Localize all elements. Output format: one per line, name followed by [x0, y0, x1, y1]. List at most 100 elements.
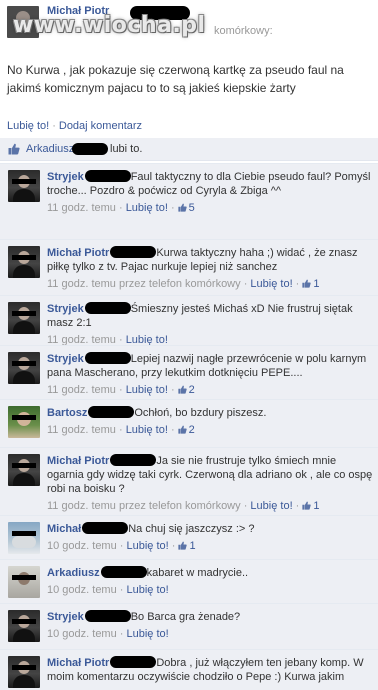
- likes-name-link[interactable]: Arkadiusz: [26, 143, 74, 155]
- comment-timestamp[interactable]: 10 godz. temu: [47, 584, 117, 596]
- commenter-name[interactable]: Stryjek: [47, 611, 84, 623]
- comment-text: Na chuj się jaszczysz :> ?: [128, 523, 255, 535]
- comment-body: Stryjek Lepiej nazwij nagłe przewrócenie …: [47, 352, 373, 397]
- comment-text: kabaret w madrycie..: [146, 567, 249, 579]
- comment-text: Bo Barca gra żenade?: [130, 611, 241, 623]
- comment-like-link[interactable]: Lubię to!: [126, 384, 168, 396]
- commenter-avatar[interactable]: [8, 170, 40, 202]
- comment-like-count[interactable]: 1: [302, 499, 320, 513]
- comment-like-link[interactable]: Lubię to!: [127, 584, 169, 596]
- comment-via: przez telefon komórkowy: [118, 500, 241, 512]
- thumbs-up-icon: [302, 279, 312, 288]
- like-count-value: 1: [313, 278, 320, 290]
- comment-body: Michał Piotr Ja sie nie frustruje tylko ś…: [47, 454, 373, 513]
- comment-like-link[interactable]: Lubię to!: [250, 500, 292, 512]
- commenter-name[interactable]: Michał Piotr: [47, 247, 109, 259]
- comment-meta: 10 godz. temu · Lubię to!: [47, 628, 169, 640]
- comment-like-count[interactable]: 1: [302, 277, 320, 291]
- redaction-bar: [72, 143, 108, 155]
- comment-like-link[interactable]: Lubię to!: [126, 424, 168, 436]
- comment-meta: 10 godz. temu · Lubię to!: [47, 584, 169, 596]
- add-comment-link[interactable]: Dodaj komentarz: [59, 120, 142, 132]
- comment-meta: 11 godz. temu · Lubię to! · 2: [47, 423, 195, 437]
- redaction-bar: [12, 361, 36, 366]
- post-header: Michał Piotr komórkowy: www.wiocha.pl: [0, 0, 378, 50]
- comment-timestamp[interactable]: 11 godz. temu: [47, 500, 116, 512]
- comment-item: Stryjek Faul taktyczny to dla Ciebie pseu…: [0, 163, 378, 240]
- like-count-value: 1: [189, 540, 196, 552]
- comment-timestamp[interactable]: 11 godz. temu: [47, 278, 116, 290]
- comment-like-count[interactable]: 2: [178, 423, 195, 437]
- thumbs-up-icon: [178, 385, 187, 394]
- comment-body: Stryjek Faul taktyczny to dla Ciebie pseu…: [47, 170, 373, 215]
- post-actions: Lubię to! · Dodaj komentarz: [7, 120, 142, 132]
- comment-timestamp[interactable]: 11 godz. temu: [47, 384, 116, 396]
- commenter-avatar[interactable]: [8, 656, 40, 688]
- comment-item: Stryjek Lepiej nazwij nagłe przewrócenie …: [0, 345, 378, 400]
- comment-body: Stryjek Śmieszny jesteś Michaś xD Nie fru…: [47, 302, 373, 347]
- comment-timestamp[interactable]: 11 godz. temu: [47, 202, 116, 214]
- commenter-avatar[interactable]: [8, 454, 40, 486]
- comment-like-count[interactable]: 2: [178, 383, 195, 397]
- redaction-bar: [100, 566, 147, 578]
- comment-item: Stryjek Bo Barca gra żenade? 10 godz. temu…: [0, 603, 378, 650]
- comment-via: przez telefon komórkowy: [118, 278, 241, 290]
- redaction-bar: [88, 406, 135, 418]
- redaction-bar: [12, 255, 36, 260]
- redaction-bar: [84, 352, 131, 364]
- comment-body: Michał Piotr Kurwa taktyczny haha ;) wida…: [47, 246, 373, 291]
- comment-like-count[interactable]: 1: [178, 539, 196, 553]
- like-link[interactable]: Lubię to!: [7, 120, 49, 132]
- comment-item: Michał Na chuj się jaszczysz :> ? 10 godz.…: [0, 515, 378, 560]
- comment-timestamp[interactable]: 10 godz. temu: [47, 628, 117, 640]
- commenter-avatar[interactable]: [8, 406, 40, 438]
- commenter-avatar[interactable]: [8, 566, 40, 598]
- comment-like-link[interactable]: Lubię to!: [127, 628, 169, 640]
- redaction-bar: [12, 575, 36, 580]
- redaction-bar: [110, 246, 157, 258]
- redaction-bar: [12, 531, 36, 536]
- commenter-name[interactable]: Michał Piotr: [47, 455, 109, 467]
- comment-item: Arkadiusz kabaret w madrycie.. 10 godz. te…: [0, 559, 378, 604]
- comment-text: Ochłoń, bo bzdury piszesz.: [134, 407, 267, 419]
- redaction-bar: [84, 302, 131, 314]
- comment-body: Michał Piotr Dobra , już włączyłem ten je…: [47, 656, 373, 684]
- redaction-bar: [12, 415, 36, 420]
- comment-item: Michał Piotr Kurwa taktyczny haha ;) wida…: [0, 239, 378, 296]
- comment-meta: 10 godz. temu · Lubię to! · 1: [47, 539, 196, 553]
- comment-body: Michał Na chuj się jaszczysz :> ? 10 godz.…: [47, 522, 373, 553]
- commenter-avatar[interactable]: [8, 610, 40, 642]
- redaction-bar: [12, 619, 36, 624]
- redaction-bar: [12, 665, 36, 670]
- thumbs-up-icon: [302, 501, 312, 510]
- comment-like-count[interactable]: 5: [178, 201, 195, 215]
- commenter-avatar[interactable]: [8, 522, 40, 554]
- redaction-bar: [12, 179, 36, 184]
- redaction-bar: [12, 463, 36, 468]
- commenter-name[interactable]: Stryjek: [47, 303, 84, 315]
- commenter-avatar[interactable]: [8, 302, 40, 334]
- commenter-name[interactable]: Arkadiusz: [47, 567, 100, 579]
- comment-meta: 11 godz. temu przez telefon komórkowy · …: [47, 277, 320, 291]
- commenter-avatar[interactable]: [8, 246, 40, 278]
- comment-item: Stryjek Śmieszny jesteś Michaś xD Nie fru…: [0, 295, 378, 346]
- redaction-bar: [110, 454, 157, 466]
- comment-like-link[interactable]: Lubię to!: [126, 202, 168, 214]
- redaction-bar: [84, 170, 131, 182]
- comment-timestamp[interactable]: 11 godz. temu: [47, 424, 116, 436]
- comment-timestamp[interactable]: 10 godz. temu: [47, 540, 117, 552]
- comment-meta: 11 godz. temu · Lubię to! · 2: [47, 383, 195, 397]
- comment-body: Arkadiusz kabaret w madrycie.. 10 godz. te…: [47, 566, 373, 597]
- likes-summary: Arkadiusz lubi to.: [0, 138, 378, 161]
- commenter-name[interactable]: Michał: [47, 523, 81, 535]
- post-via-text: komórkowy:: [214, 25, 273, 37]
- commenter-name[interactable]: Michał Piotr: [47, 657, 109, 669]
- commenter-avatar[interactable]: [8, 352, 40, 384]
- redaction-bar: [84, 610, 131, 622]
- comment-like-link[interactable]: Lubię to!: [127, 540, 169, 552]
- comment-like-link[interactable]: Lubię to!: [250, 278, 292, 290]
- commenter-name[interactable]: Stryjek: [47, 353, 84, 365]
- commenter-name[interactable]: Stryjek: [47, 171, 84, 183]
- thumbs-up-icon: [178, 541, 188, 550]
- commenter-name[interactable]: Bartosz: [47, 407, 87, 419]
